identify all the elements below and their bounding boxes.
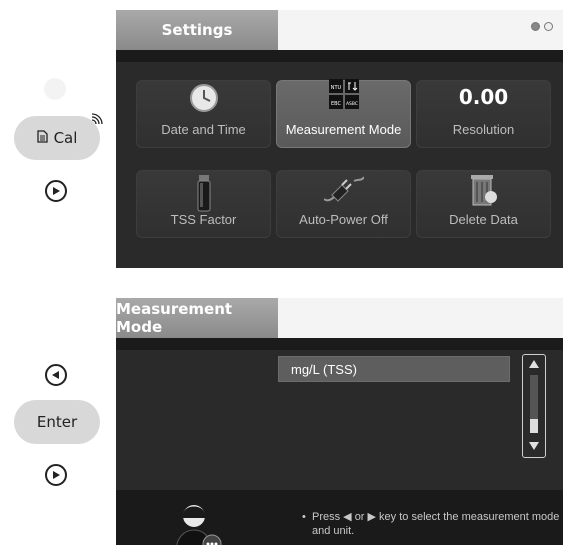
user-help-icon <box>172 502 224 545</box>
measurement-mode-icon: NTU EBC ASBC <box>327 77 361 116</box>
document-icon <box>36 129 48 147</box>
settings-title: Settings <box>116 10 278 50</box>
mode-text-ntu: NTU <box>330 85 341 91</box>
clock-icon <box>189 83 219 118</box>
bullet: • <box>302 511 306 523</box>
option-scrollbar[interactable] <box>522 354 546 458</box>
resolution-value: 0.00 <box>458 85 509 109</box>
right-arrow-button[interactable] <box>45 180 67 202</box>
tile-label: TSS Factor <box>170 212 237 227</box>
scroll-up-icon <box>529 360 539 368</box>
tile-label: Resolution <box>452 122 515 137</box>
window-control-dot[interactable] <box>544 22 553 31</box>
tile-tss-factor[interactable]: TSS Factor <box>136 170 271 238</box>
measurement-mode-screen: Measurement Mode mg/L (TSS) • Press ◀ or… <box>116 298 563 545</box>
resolution-icon: 0.00 <box>459 85 508 109</box>
scroll-thumb[interactable] <box>530 419 538 433</box>
play-right-icon <box>53 471 60 479</box>
faint-indicator <box>44 78 66 100</box>
tile-label: Delete Data <box>449 212 518 227</box>
right-arrow-button-2[interactable] <box>45 464 67 486</box>
power-plug-icon <box>322 173 365 208</box>
trash-icon <box>469 173 499 212</box>
tile-date-and-time[interactable]: Date and Time <box>136 80 271 148</box>
header-strip <box>116 338 563 350</box>
selected-option[interactable]: mg/L (TSS) <box>278 356 510 382</box>
left-arrow-button[interactable] <box>45 364 67 386</box>
tile-delete-data[interactable]: Delete Data <box>416 170 551 238</box>
play-left-icon <box>52 371 59 379</box>
help-text: • Press ◀ or ▶ key to select the measure… <box>302 510 562 538</box>
measurement-title: Measurement Mode <box>116 298 278 338</box>
mode-text-ebc: EBC <box>331 101 342 107</box>
settings-screen: Settings Date and Time NTU EBC ASBC Meas… <box>116 10 563 268</box>
tile-label: Auto-Power Off <box>299 212 388 227</box>
wireless-signal-icon <box>88 110 106 133</box>
tile-label: Date and Time <box>161 122 246 137</box>
cal-label: Cal <box>53 129 78 147</box>
help-text-content: Press ◀ or ▶ key to select the measureme… <box>312 511 560 537</box>
tile-measurement-mode[interactable]: NTU EBC ASBC Measurement Mode <box>276 77 411 148</box>
play-right-icon <box>53 187 60 195</box>
tile-resolution[interactable]: 0.00 Resolution <box>416 80 551 148</box>
help-panel: • Press ◀ or ▶ key to select the measure… <box>116 490 563 545</box>
scroll-down-icon <box>529 442 539 450</box>
tile-auto-power-off[interactable]: Auto-Power Off <box>276 170 411 238</box>
enter-button[interactable]: Enter <box>14 400 100 444</box>
enter-label: Enter <box>36 413 78 431</box>
window-control-dot[interactable] <box>531 22 540 31</box>
header-strip <box>116 50 563 62</box>
tile-label: Measurement Mode <box>285 122 402 137</box>
mode-text-asbc: ASBC <box>345 101 357 107</box>
